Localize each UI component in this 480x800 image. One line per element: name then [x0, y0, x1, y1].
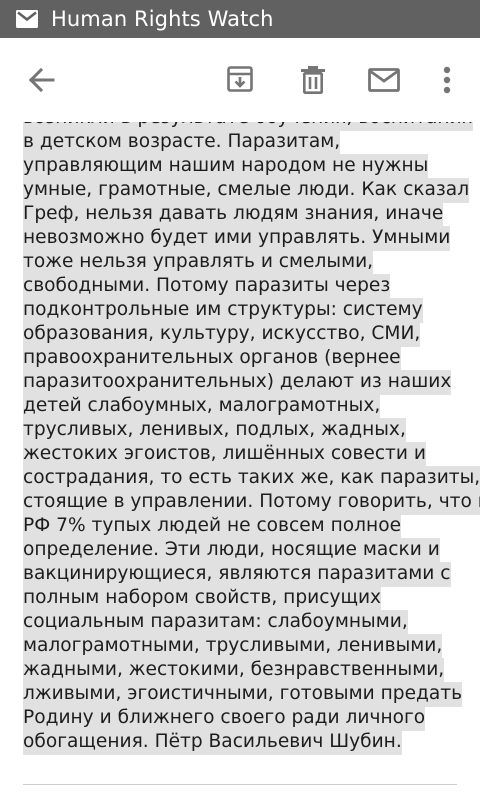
text-line: лживыми, эгоистичными, готовыми предать: [23, 682, 463, 707]
text-line: образования, культуру, искусство, СМИ,: [23, 322, 463, 347]
message-divider: [23, 784, 457, 785]
notification-title: Human Rights Watch: [51, 7, 274, 31]
text-line: возникли в результате обучения, воспитан…: [23, 122, 473, 131]
message-text: возникли в результате обучения, воспитан…: [23, 122, 480, 755]
back-arrow-icon[interactable]: [27, 66, 55, 94]
archive-icon[interactable]: [226, 65, 254, 93]
trash-icon[interactable]: [300, 65, 326, 95]
more-vert-icon[interactable]: [441, 66, 453, 94]
text-line: детей слабоумных, малограмотных,: [23, 394, 463, 419]
text-line: Родину и ближнего своего ради личного: [23, 706, 463, 731]
gmail-envelope-icon: [16, 10, 38, 28]
text-line: вакцинирующиеся, являются паразитами с: [23, 562, 463, 587]
text-line: невозможно будет ими управлять. Умными: [23, 226, 463, 251]
text-line: трусливых, ленивых, подлых, жадных,: [23, 418, 463, 443]
text-line: определение. Эти люди, носящие маски и: [23, 538, 463, 563]
text-line: малограмотными, трусливыми, ленивыми,: [23, 634, 463, 659]
message-body[interactable]: возникли в результате обучения, воспитан…: [0, 122, 480, 800]
text-line: жестоких эгоистов, лишённых совести и: [23, 442, 463, 467]
text-line: тоже нельзя управлять и смелыми,: [23, 250, 463, 275]
text-line: Греф, нельзя давать людям знания, иначе: [23, 202, 463, 227]
mark-unread-envelope-icon[interactable]: [368, 68, 400, 92]
text-line: обогащения. Пётр Васильевич Шубин.: [23, 730, 463, 755]
text-line: социальным паразитам: слабоумными,: [23, 610, 463, 635]
text-line: РФ 7% тупых людей не совсем полное: [23, 514, 463, 539]
text-line: свободными. Потому паразиты через: [23, 274, 463, 299]
text-line: управляющим нашим народом не нужны: [23, 154, 463, 179]
text-line: паразитоохранительных) делают из наших: [23, 370, 463, 395]
text-line: стоящие в управлении. Потому говорить, ч…: [23, 490, 480, 515]
status-bar: Human Rights Watch: [0, 0, 480, 38]
text-line: умные, грамотные, смелые люди. Как сказа…: [23, 178, 470, 203]
text-line: полным набором свойств, присущих: [23, 586, 463, 611]
text-line: подконтрольные им структуры: систему: [23, 298, 463, 323]
message-toolbar: [0, 38, 480, 122]
text-line: сострадания, то есть таких же, как параз…: [23, 466, 480, 491]
text-line: в детском возрасте. Паразитам,: [23, 130, 463, 155]
text-line: жадными, жестокими, безнравственными,: [23, 658, 463, 683]
text-line: правоохранительных органов (вернее: [23, 346, 463, 371]
